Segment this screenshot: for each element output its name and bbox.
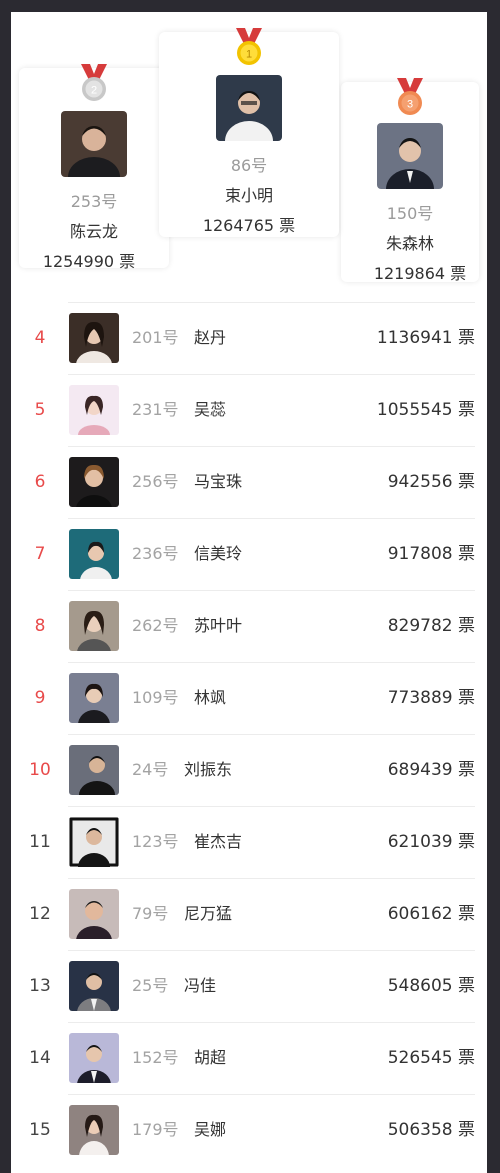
podium-card-second[interactable]: 2 253号 陈云龙 1254990 票	[19, 64, 169, 271]
medal-badge-label: 2	[91, 85, 97, 97]
rank-number: 10	[29, 760, 51, 780]
vote-count: 942556 票	[387, 472, 475, 492]
vote-count: 917808 票	[387, 544, 475, 564]
list-item[interactable]: 7 236号 信美玲 917808 票	[11, 518, 487, 590]
vote-count: 773889 票	[387, 688, 475, 708]
contestant-number: 201号	[132, 328, 179, 347]
contestant-name: 林飒	[194, 688, 227, 707]
rank-number: 6	[34, 472, 46, 492]
contestant-name: 苏叶叶	[194, 616, 243, 635]
list-item[interactable]: 13 25号 冯佳 548605 票	[11, 950, 487, 1022]
contestant-number: 79号	[132, 904, 169, 923]
contestant-number: 236号	[132, 544, 179, 563]
contestant-number: 152号	[132, 1048, 179, 1067]
contestant-name: 陈云龙	[69, 222, 118, 241]
rank-number: 9	[34, 688, 46, 708]
contestant-name: 信美玲	[194, 544, 243, 563]
rank-number: 11	[29, 832, 51, 852]
contestant-number: 256号	[132, 472, 179, 491]
vote-count: 1136941 票	[376, 328, 475, 348]
avatar	[69, 673, 119, 723]
avatar	[69, 385, 119, 435]
contestant-number: 253号	[70, 192, 118, 211]
avatar	[69, 529, 119, 579]
contestant-name: 朱森林	[385, 234, 434, 253]
contestant-number: 25号	[132, 976, 169, 995]
podium-card-first[interactable]: 1 86号 束小明 1264765 票	[159, 28, 339, 237]
vote-count: 689439 票	[387, 760, 475, 780]
list-item[interactable]: 4 201号 赵丹 1136941 票	[11, 302, 487, 374]
rank-number: 13	[29, 976, 51, 996]
ranking-page: 2 253号 陈云龙 1254990 票 1 86号 束小明 1264765 票…	[11, 12, 487, 1173]
avatar	[69, 1105, 119, 1155]
medal-badge-label: 1	[246, 49, 252, 61]
vote-count: 1055545 票	[376, 400, 475, 420]
ranking-list: 4 201号 赵丹 1136941 票 5 231号 吴蕊 1055545 票 …	[11, 302, 487, 1166]
rank-number: 5	[34, 400, 46, 420]
contestant-name: 赵丹	[194, 328, 227, 347]
avatar	[69, 961, 119, 1011]
contestant-number: 262号	[132, 616, 179, 635]
avatar	[69, 457, 119, 507]
avatar	[69, 817, 119, 867]
vote-count: 1219864 票	[373, 264, 467, 283]
contestant-number: 123号	[132, 832, 179, 851]
vote-count: 606162 票	[387, 904, 475, 924]
gold-medal-icon: 1	[236, 28, 262, 65]
avatar	[69, 745, 119, 795]
contestant-number: 24号	[132, 760, 169, 779]
contestant-number: 86号	[230, 156, 268, 175]
list-item[interactable]: 10 24号 刘振东 689439 票	[11, 734, 487, 806]
list-item[interactable]: 14 152号 胡超 526545 票	[11, 1022, 487, 1094]
contestant-name: 马宝珠	[194, 472, 243, 491]
contestant-name: 吴蕊	[194, 400, 227, 419]
medal-badge-label: 3	[407, 99, 413, 111]
list-item[interactable]: 12 79号 尼万猛 606162 票	[11, 878, 487, 950]
list-item[interactable]: 15 179号 吴娜 506358 票	[11, 1094, 487, 1166]
list-item[interactable]: 11 123号 崔杰吉 621039 票	[11, 806, 487, 878]
avatar	[69, 1033, 119, 1083]
avatar	[61, 111, 127, 177]
avatar	[69, 601, 119, 651]
contestant-name: 吴娜	[194, 1120, 227, 1139]
list-item[interactable]: 6 256号 马宝珠 942556 票	[11, 446, 487, 518]
silver-medal-icon: 2	[81, 64, 107, 101]
avatar	[69, 889, 119, 939]
vote-count: 526545 票	[387, 1048, 475, 1068]
rank-number: 12	[29, 904, 51, 924]
vote-count: 548605 票	[387, 976, 475, 996]
contestant-number: 231号	[132, 400, 179, 419]
podium-card-third[interactable]: 3 150号 朱森林 1219864 票	[341, 78, 479, 283]
podium: 2 253号 陈云龙 1254990 票 1 86号 束小明 1264765 票…	[11, 12, 487, 302]
vote-count: 621039 票	[387, 832, 475, 852]
rank-number: 15	[29, 1120, 51, 1140]
list-item[interactable]: 9 109号 林飒 773889 票	[11, 662, 487, 734]
rank-number: 8	[34, 616, 46, 636]
vote-count: 829782 票	[387, 616, 475, 636]
avatar	[69, 313, 119, 363]
contestant-number: 109号	[132, 688, 179, 707]
contestant-number: 179号	[132, 1120, 179, 1139]
contestant-name: 崔杰吉	[194, 832, 243, 851]
vote-count: 1254990 票	[42, 252, 136, 271]
list-item[interactable]: 5 231号 吴蕊 1055545 票	[11, 374, 487, 446]
rank-number: 14	[29, 1048, 51, 1068]
list-item[interactable]: 8 262号 苏叶叶 829782 票	[11, 590, 487, 662]
contestant-name: 胡超	[194, 1048, 227, 1067]
avatar	[377, 123, 443, 189]
vote-count: 506358 票	[387, 1120, 475, 1140]
avatar	[216, 75, 282, 141]
contestant-name: 束小明	[224, 186, 273, 205]
vote-count: 1264765 票	[202, 216, 296, 235]
contestant-number: 150号	[386, 204, 434, 223]
contestant-name: 刘振东	[184, 760, 233, 779]
contestant-name: 尼万猛	[184, 904, 233, 923]
bronze-medal-icon: 3	[397, 78, 423, 115]
contestant-name: 冯佳	[184, 976, 217, 995]
rank-number: 4	[34, 328, 46, 348]
rank-number: 7	[34, 544, 46, 564]
